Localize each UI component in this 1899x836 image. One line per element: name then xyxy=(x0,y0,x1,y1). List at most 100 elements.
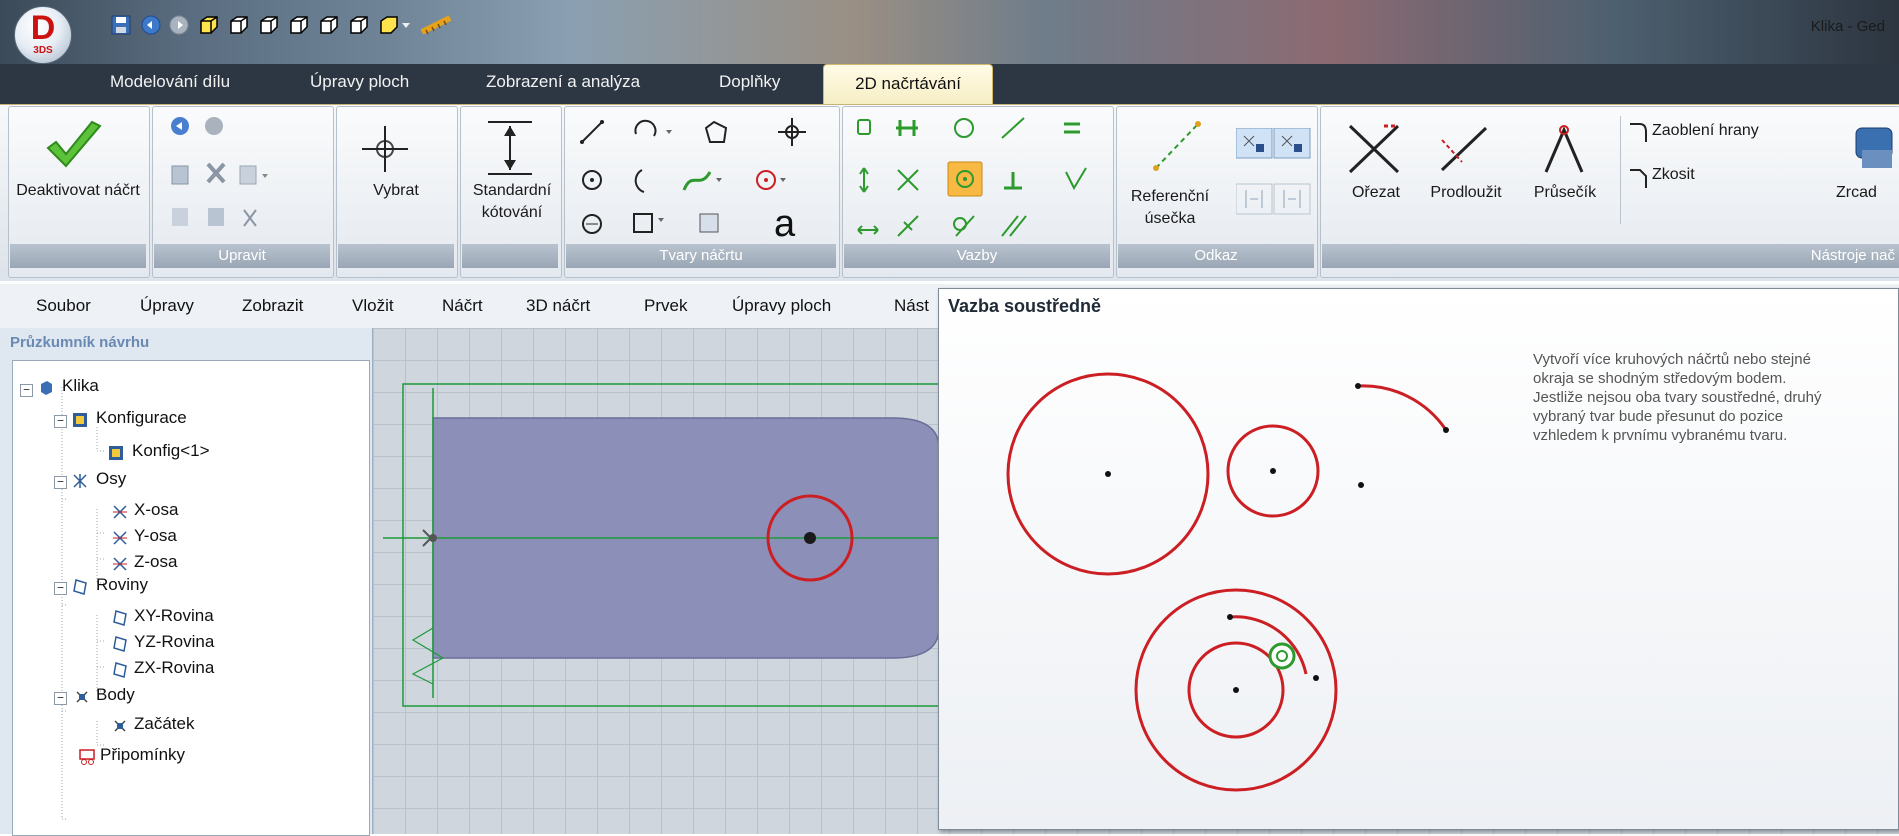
intersect-button[interactable]: Průsečík xyxy=(1520,182,1610,204)
xy-plane-icon xyxy=(113,610,127,626)
menu-3d-sketch[interactable]: 3D náčrt xyxy=(526,296,590,316)
tree-item-planes[interactable]: Roviny xyxy=(96,575,148,595)
reference-line-button[interactable]: Referenční úsečka xyxy=(1120,186,1220,230)
notes-icon xyxy=(79,749,95,765)
group-label-sketch-shapes: Tvary náčrtu xyxy=(566,244,836,268)
tree-expander-planes[interactable]: − xyxy=(54,582,67,595)
tooltip-description: Vytvoří více kruhových náčrtů nebo stejn… xyxy=(1533,351,1822,444)
origin-point xyxy=(429,534,437,542)
chamfer-button[interactable]: Zkosit xyxy=(1652,164,1695,186)
tab-2d-sketching-label: 2D načrtávání xyxy=(855,74,961,93)
chamfer-icon xyxy=(1630,169,1647,188)
tree-expander-axes[interactable]: − xyxy=(54,476,67,489)
view-iso-icon[interactable] xyxy=(348,14,370,36)
group-label-dimension xyxy=(462,244,558,268)
tab-part-modeling[interactable]: Modelování dílu xyxy=(110,72,230,92)
extend-button[interactable]: Prodloužit xyxy=(1418,182,1514,204)
tree-item-axes[interactable]: Osy xyxy=(96,469,126,489)
tree-expander-points[interactable]: − xyxy=(54,692,67,705)
circle-center[interactable] xyxy=(804,532,816,544)
sketch-geometry[interactable] xyxy=(373,328,939,834)
window-title: Klika - Ged xyxy=(1810,18,1885,35)
x-axis-icon xyxy=(113,505,127,519)
trim-button[interactable]: Ořezat xyxy=(1334,182,1418,204)
design-tree xyxy=(12,360,370,836)
tree-expander-klika[interactable]: − xyxy=(20,384,33,397)
planes-icon xyxy=(73,579,87,595)
tools-separator xyxy=(1620,116,1621,224)
group-label-deactivate xyxy=(10,244,146,268)
tree-item-y-axis[interactable]: Y-osa xyxy=(134,526,177,546)
z-axis-icon xyxy=(113,557,127,571)
tree-item-points[interactable]: Body xyxy=(96,685,135,705)
tree-item-notes[interactable]: Připomínky xyxy=(100,745,185,765)
extend-icon xyxy=(1440,126,1488,172)
measure-icon[interactable] xyxy=(418,14,458,36)
tree-item-xy-plane[interactable]: XY-Rovina xyxy=(134,606,214,626)
logo-sub: 3DS xyxy=(33,45,53,56)
configuration-icon xyxy=(73,413,87,427)
view-front-icon[interactable] xyxy=(228,14,250,36)
explorer-title: Průzkumník návrhu xyxy=(10,334,150,351)
text-tool[interactable]: a xyxy=(774,203,796,242)
sketch-shapes-icons[interactable]: a xyxy=(574,112,830,242)
axes-icon xyxy=(73,474,87,488)
app-logo[interactable]: D 3DS xyxy=(14,6,72,64)
part-icon xyxy=(41,381,52,395)
tree-expander-config[interactable]: − xyxy=(54,415,67,428)
tree-item-yz-plane[interactable]: YZ-Rovina xyxy=(134,632,214,652)
view-right-icon[interactable] xyxy=(318,14,340,36)
mirror-button[interactable]: Zrcad xyxy=(1836,182,1899,204)
tree-item-origin[interactable]: Začátek xyxy=(134,714,194,734)
tree-item-zx-plane[interactable]: ZX-Rovina xyxy=(134,658,214,678)
redo-icon[interactable] xyxy=(168,14,190,36)
checkmark-icon xyxy=(46,120,102,168)
config-instance-icon xyxy=(109,446,123,460)
view-dropdown-icon[interactable] xyxy=(378,14,412,36)
crosshair-icon xyxy=(362,126,408,172)
menu-surface-edit[interactable]: Úpravy ploch xyxy=(732,296,831,316)
group-label-edit: Upravit xyxy=(154,244,330,268)
intersect-icon xyxy=(1544,125,1584,173)
save-icon[interactable] xyxy=(110,14,132,36)
edit-tools-icons[interactable] xyxy=(164,114,324,234)
deactivate-sketch-button[interactable]: Deaktivovat náčrt xyxy=(12,180,144,202)
menu-feature[interactable]: Prvek xyxy=(644,296,687,316)
origin-icon xyxy=(114,720,126,732)
group-label-sketch-tools: Nástroje nač xyxy=(1322,244,1899,268)
tooltip-illustration xyxy=(1006,372,1449,792)
tree-item-klika[interactable]: Klika xyxy=(62,376,99,396)
view-top-icon[interactable] xyxy=(258,14,280,36)
tree-item-x-axis[interactable]: X-osa xyxy=(134,500,178,520)
undo-icon[interactable] xyxy=(140,14,162,36)
standard-dimension-button[interactable]: Standardní kótování xyxy=(442,180,582,224)
tab-addons[interactable]: Doplňky xyxy=(719,72,780,92)
group-label-select xyxy=(338,244,454,268)
group-label-reference: Odkaz xyxy=(1118,244,1314,268)
group-label-constraints: Vazby xyxy=(844,244,1110,268)
fillet-button[interactable]: Zaoblení hrany xyxy=(1652,120,1759,142)
tree-lines xyxy=(61,387,105,820)
tree-item-z-axis[interactable]: Z-osa xyxy=(134,552,177,572)
menu-tools[interactable]: Nást xyxy=(894,296,929,316)
menu-view[interactable]: Zobrazit xyxy=(242,296,303,316)
menu-file[interactable]: Soubor xyxy=(36,296,91,316)
tooltip-title: Vazba soustředně xyxy=(948,296,1102,316)
tab-2d-sketching[interactable]: 2D načrtávání xyxy=(823,64,993,107)
tree-item-config1[interactable]: Konfig<1> xyxy=(132,441,210,461)
select-button[interactable]: Vybrat xyxy=(340,180,452,202)
logo-letter: D xyxy=(30,9,56,47)
dimension-icon xyxy=(488,121,532,175)
constraint-icons[interactable] xyxy=(852,112,1104,242)
view-cube-icon[interactable] xyxy=(198,14,220,36)
menu-sketch[interactable]: Náčrt xyxy=(442,296,483,316)
tab-view-analysis[interactable]: Zobrazení a analýza xyxy=(486,72,640,92)
tree-item-configuration[interactable]: Konfigurace xyxy=(96,408,187,428)
tab-surface-edit[interactable]: Úpravy ploch xyxy=(310,72,409,92)
menu-edit[interactable]: Úpravy xyxy=(140,296,194,316)
y-axis-icon xyxy=(113,531,127,545)
menu-insert[interactable]: Vložit xyxy=(352,296,394,316)
reference-tools-icons[interactable] xyxy=(1236,128,1312,224)
mirror-icon xyxy=(1855,127,1893,168)
view-left-icon[interactable] xyxy=(288,14,310,36)
